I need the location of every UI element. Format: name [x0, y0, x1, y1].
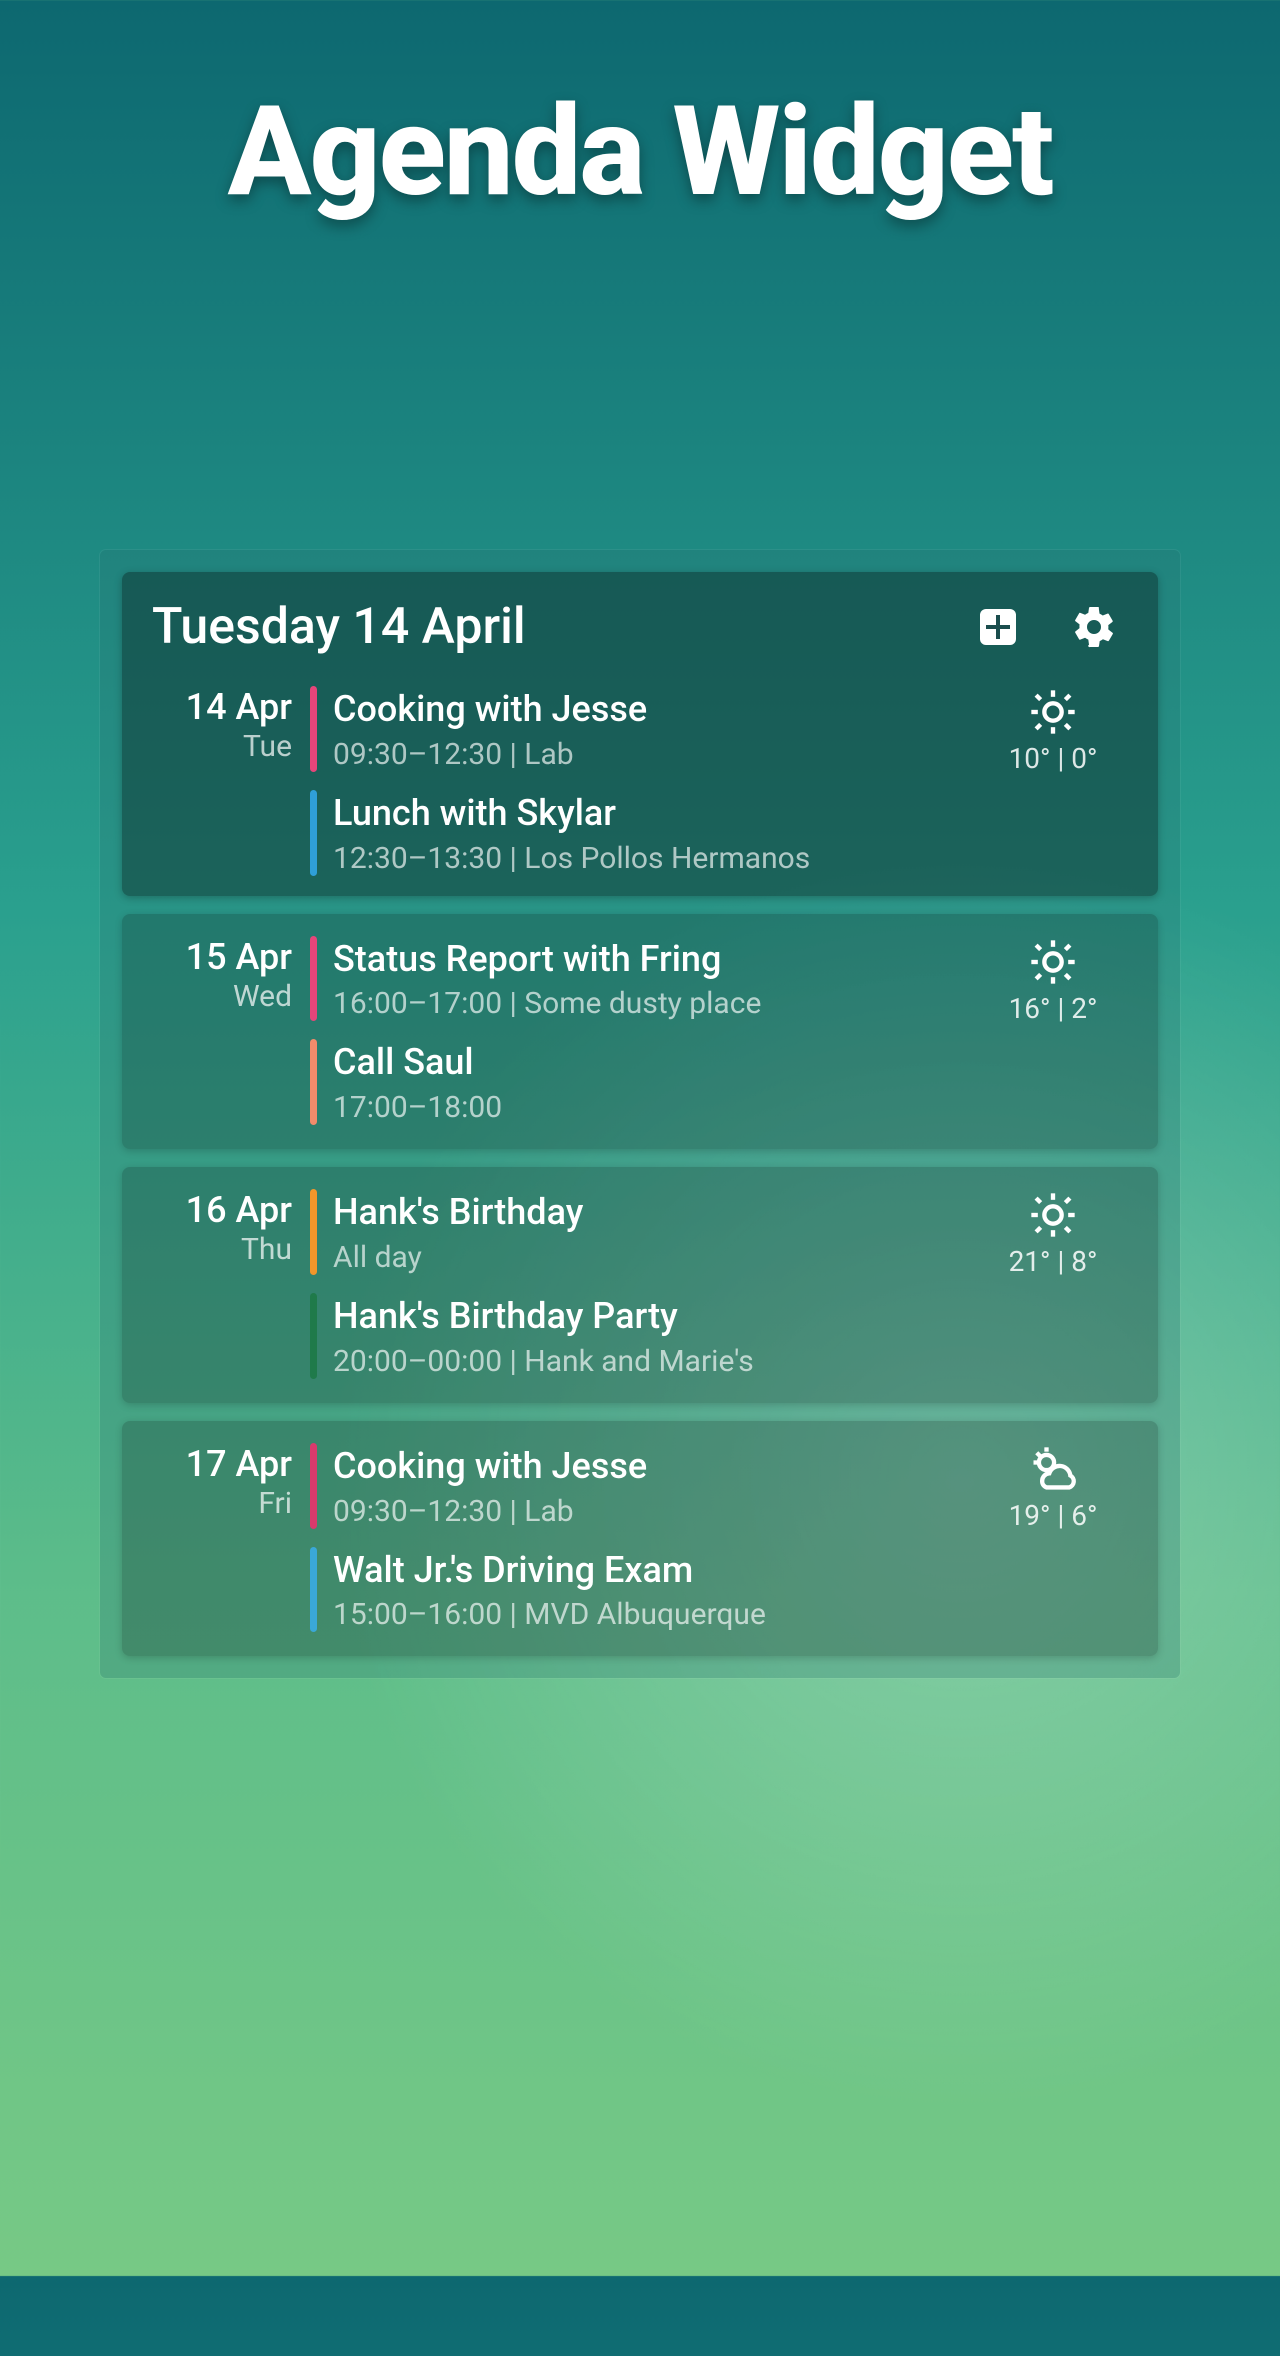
- event-color-bar: [310, 686, 317, 772]
- event-title: Status Report with Fring: [333, 936, 761, 983]
- event-item[interactable]: Cooking with Jesse 09:30–12:30 | Lab: [310, 1443, 978, 1529]
- day-card: 17 Apr Fri Cooking with Jesse 09:30–12:3…: [122, 1421, 1158, 1657]
- event-subtext: 16:00–17:00 | Some dusty place: [333, 986, 761, 1021]
- event-title: Hank's Birthday: [333, 1189, 583, 1236]
- date-column: 14 Apr Tue: [152, 686, 310, 876]
- dow-label: Wed: [152, 979, 292, 1014]
- event-color-bar: [310, 1189, 317, 1275]
- page-title: Agenda Widget: [0, 80, 1280, 225]
- weather-block: 16° | 2°: [978, 936, 1128, 1126]
- sun-icon: [1027, 686, 1079, 738]
- sun-icon: [1027, 936, 1079, 988]
- agenda-widget: Tuesday 14 April 14 Apr Tue Cooking w: [100, 550, 1180, 1678]
- event-subtext: 12:30–13:30 | Los Pollos Hermanos: [333, 841, 810, 876]
- date-label: 15 Apr: [152, 936, 292, 979]
- event-subtext: 09:30–12:30 | Lab: [333, 1494, 647, 1529]
- weather-temp: 16° | 2°: [978, 992, 1128, 1025]
- event-item[interactable]: Call Saul 17:00–18:00: [310, 1039, 978, 1125]
- event-color-bar: [310, 936, 317, 1022]
- day-card: 16 Apr Thu Hank's Birthday All day Hank'…: [122, 1167, 1158, 1403]
- weather-temp: 21° | 8°: [978, 1245, 1128, 1278]
- date-label: 17 Apr: [152, 1443, 292, 1486]
- add-event-icon[interactable]: [974, 603, 1022, 651]
- date-column: 17 Apr Fri: [152, 1443, 310, 1633]
- event-item[interactable]: Walt Jr.'s Driving Exam 15:00–16:00 | MV…: [310, 1547, 978, 1633]
- weather-block: 21° | 8°: [978, 1189, 1128, 1379]
- day-card: 15 Apr Wed Status Report with Fring 16:0…: [122, 914, 1158, 1150]
- event-title: Call Saul: [333, 1039, 502, 1086]
- event-item[interactable]: Hank's Birthday All day: [310, 1189, 978, 1275]
- event-subtext: All day: [333, 1240, 583, 1275]
- event-color-bar: [310, 1547, 317, 1633]
- sun-icon: [1027, 1189, 1079, 1241]
- event-subtext: 17:00–18:00: [333, 1090, 502, 1125]
- event-item[interactable]: Hank's Birthday Party 20:00–00:00 | Hank…: [310, 1293, 978, 1379]
- event-item[interactable]: Cooking with Jesse 09:30–12:30 | Lab: [310, 686, 978, 772]
- event-color-bar: [310, 1039, 317, 1125]
- event-item[interactable]: Lunch with Skylar 12:30–13:30 | Los Poll…: [310, 790, 978, 876]
- event-color-bar: [310, 1443, 317, 1529]
- event-item[interactable]: Status Report with Fring 16:00–17:00 | S…: [310, 936, 978, 1022]
- event-color-bar: [310, 1293, 317, 1379]
- event-title: Walt Jr.'s Driving Exam: [333, 1547, 766, 1594]
- date-label: 14 Apr: [152, 686, 292, 729]
- day-block: 14 Apr Tue Cooking with Jesse 09:30–12:3…: [152, 686, 1128, 876]
- dow-label: Fri: [152, 1486, 292, 1521]
- header-card: Tuesday 14 April 14 Apr Tue Cooking w: [122, 572, 1158, 896]
- event-title: Cooking with Jesse: [333, 686, 647, 733]
- weather-temp: 19° | 6°: [978, 1499, 1128, 1532]
- partly-cloudy-icon: [1027, 1443, 1079, 1495]
- weather-temp: 10° | 0°: [978, 742, 1128, 775]
- event-subtext: 09:30–12:30 | Lab: [333, 737, 647, 772]
- dow-label: Tue: [152, 729, 292, 764]
- date-label: 16 Apr: [152, 1189, 292, 1232]
- event-title: Cooking with Jesse: [333, 1443, 647, 1490]
- event-subtext: 20:00–00:00 | Hank and Marie's: [333, 1344, 754, 1379]
- event-title: Lunch with Skylar: [333, 790, 810, 837]
- date-column: 16 Apr Thu: [152, 1189, 310, 1379]
- weather-block: 10° | 0°: [978, 686, 1128, 876]
- weather-block: 19° | 6°: [978, 1443, 1128, 1633]
- dow-label: Thu: [152, 1232, 292, 1267]
- date-column: 15 Apr Wed: [152, 936, 310, 1126]
- event-subtext: 15:00–16:00 | MVD Albuquerque: [333, 1597, 766, 1632]
- event-title: Hank's Birthday Party: [333, 1293, 754, 1340]
- settings-icon[interactable]: [1070, 603, 1118, 651]
- header-date-title: Tuesday 14 April: [152, 598, 974, 656]
- event-color-bar: [310, 790, 317, 876]
